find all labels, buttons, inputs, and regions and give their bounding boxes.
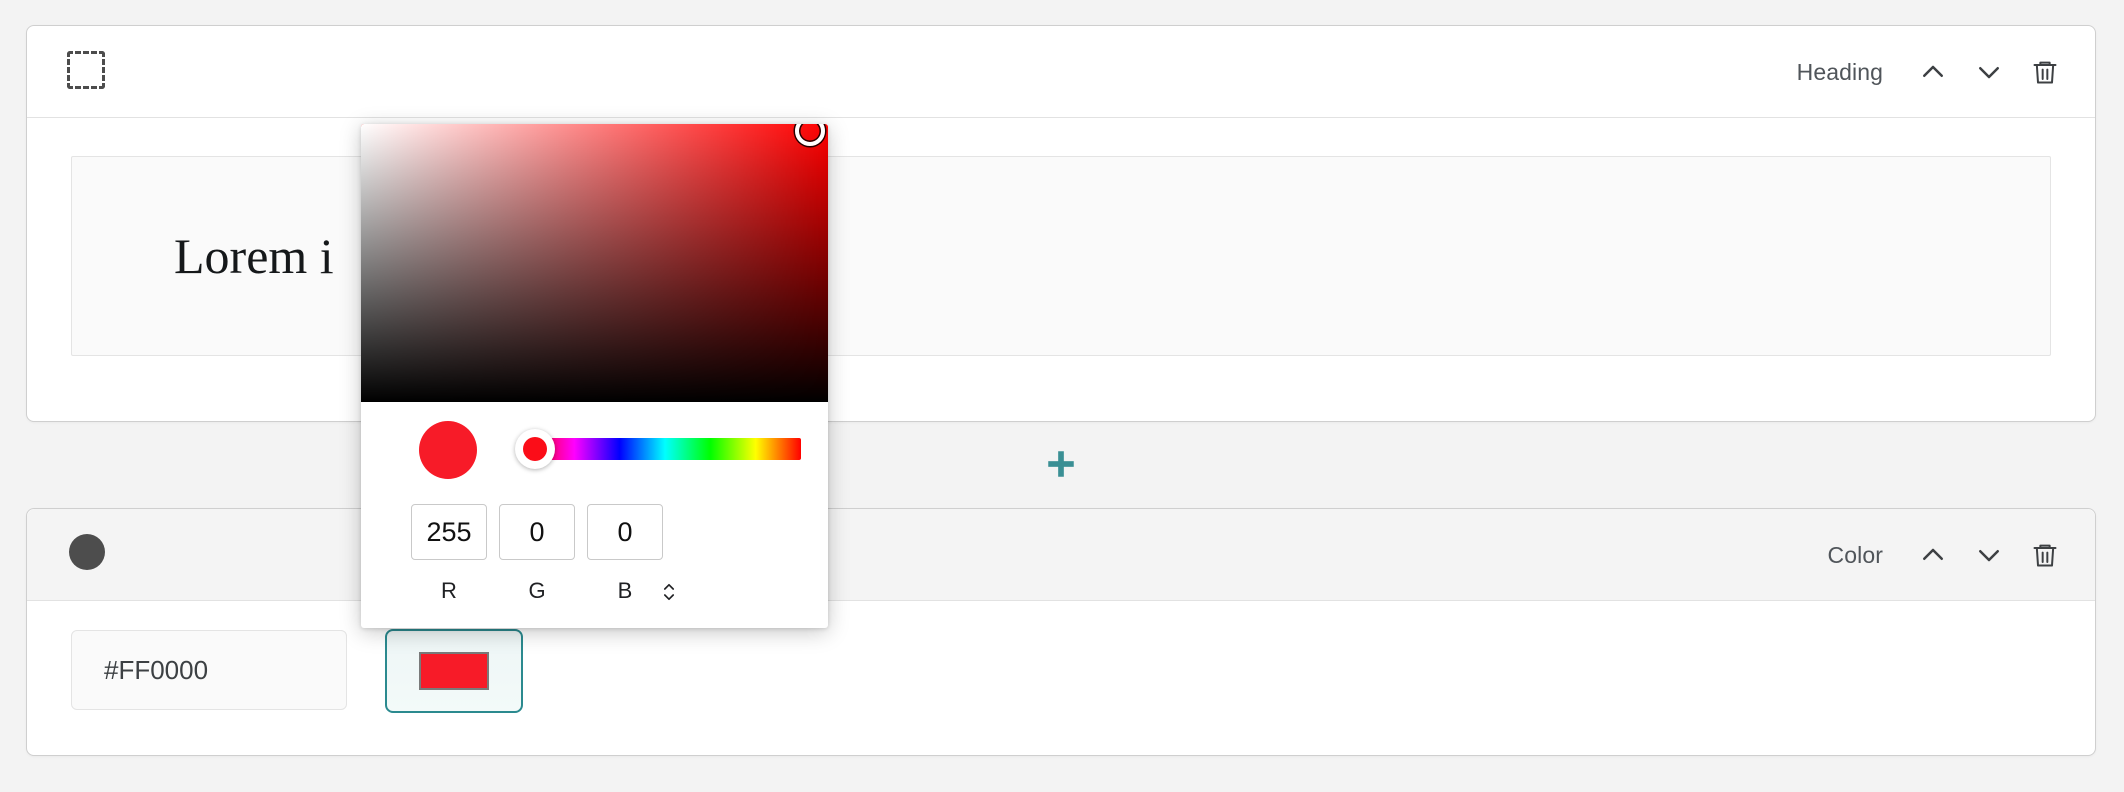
add-block-row [26,422,2096,508]
dashed-square-icon [67,51,105,89]
trash-icon [2031,58,2059,86]
rgb-labels-row: R G B [361,578,828,620]
move-block-down-button-color[interactable] [1961,527,2017,583]
delete-block-button-heading[interactable] [2017,44,2073,100]
block-body-color [27,601,2095,756]
color-picker-hue-row [361,402,828,498]
chevron-up-icon [1918,540,1948,570]
chevron-up-icon [1918,57,1948,87]
filled-circle-icon [69,534,105,570]
block-card-heading: Heading Lorem i [26,25,2096,422]
green-channel-input[interactable] [499,504,575,560]
plus-icon [1044,447,1078,484]
add-block-button[interactable] [1039,443,1083,487]
blue-channel-input[interactable] [587,504,663,560]
red-channel-label: R [441,578,457,603]
selected-color-preview [419,421,477,479]
rgb-inputs-row [361,498,828,578]
delete-block-button-color[interactable] [2017,527,2073,583]
trash-icon [2031,541,2059,569]
block-header-controls-heading: Heading [1797,26,2073,118]
block-header-heading: Heading [27,26,2095,118]
chevron-down-icon [1974,540,2004,570]
chevron-down-icon [1974,57,2004,87]
block-type-label-heading: Heading [1796,58,1883,85]
color-picker-popup: R G B [361,124,828,628]
hex-color-input[interactable] [71,630,347,710]
hue-slider-handle[interactable] [515,429,555,469]
block-header-controls-color: Color [1828,509,2073,601]
block-header-color: Color [27,509,2095,601]
move-block-down-button-heading[interactable] [1961,44,2017,100]
red-channel-input[interactable] [411,504,487,560]
chevron-up-down-icon [660,580,678,607]
block-card-color: Color [26,508,2096,756]
color-format-toggle-button[interactable] [649,576,689,610]
move-block-up-button-heading[interactable] [1905,44,1961,100]
heading-text-value: Lorem i [174,228,334,284]
saturation-value-area[interactable] [361,124,828,402]
green-channel-label: G [528,578,546,603]
hue-slider[interactable] [529,438,801,460]
block-type-label-color: Color [1827,541,1883,568]
move-block-up-button-color[interactable] [1905,527,1961,583]
color-swatch-button[interactable] [385,629,523,713]
color-swatch-chip [419,652,489,690]
block-body-heading: Lorem i [27,118,2095,422]
saturation-value-handle[interactable] [795,124,825,146]
